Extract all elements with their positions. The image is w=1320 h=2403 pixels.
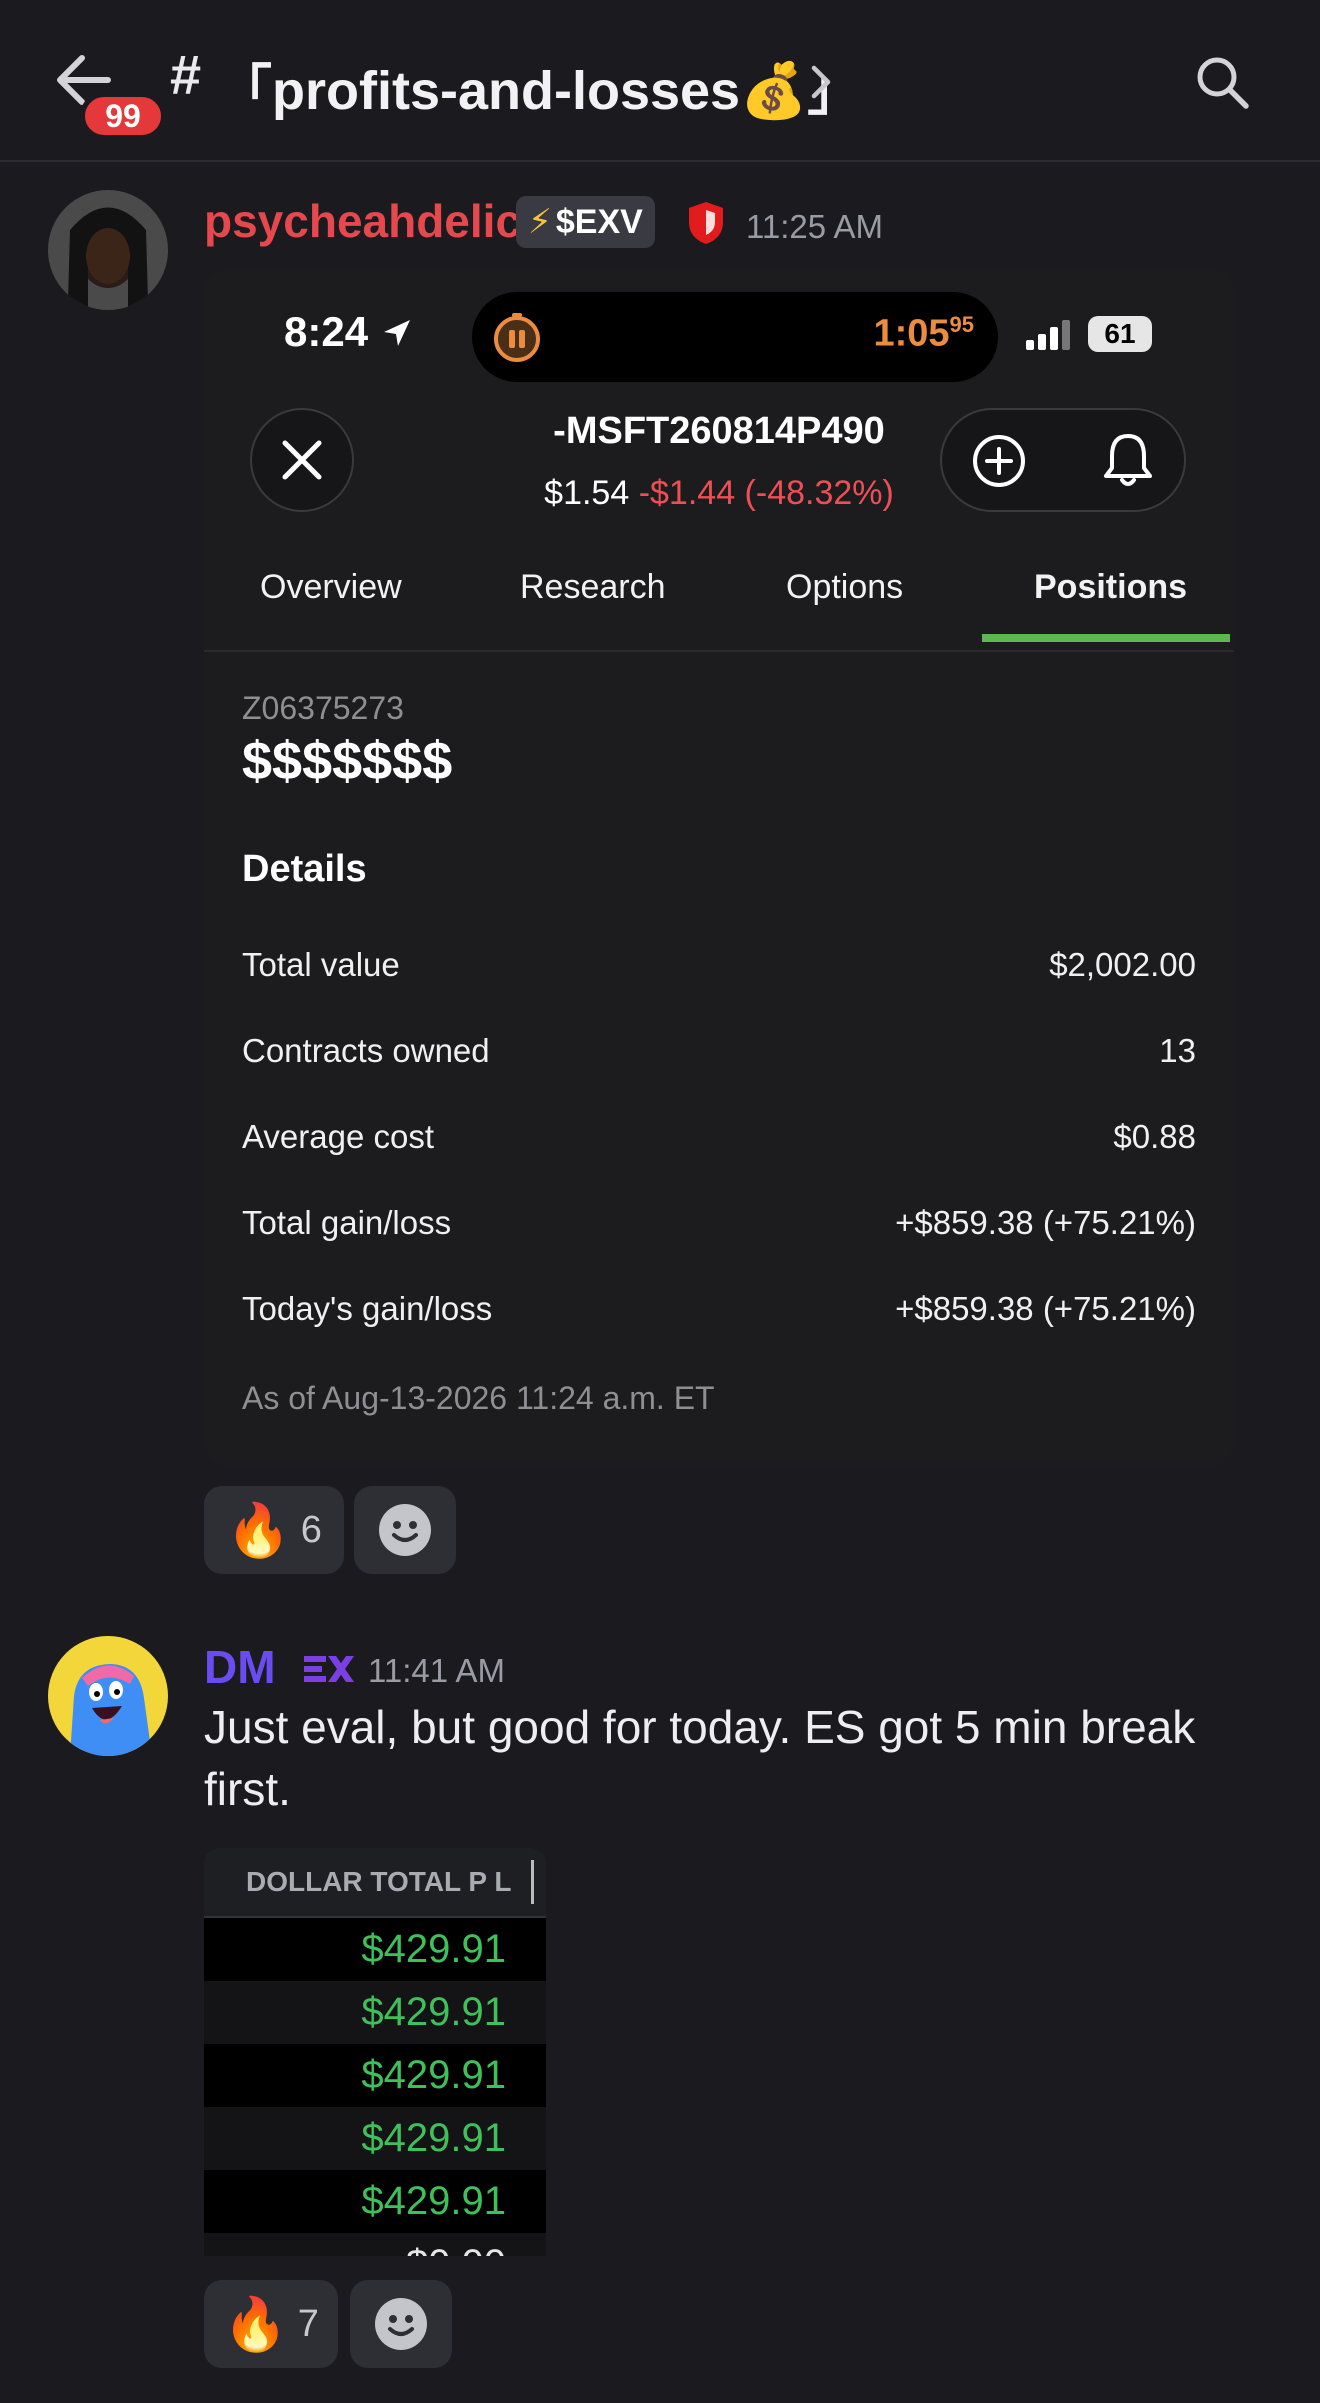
add-reaction-button[interactable] xyxy=(354,1486,456,1574)
fire-icon: 🔥 xyxy=(223,2295,288,2354)
add-circle-icon[interactable] xyxy=(970,432,1028,490)
shield-icon xyxy=(689,202,723,244)
detail-row: Today's gain/loss +$859.38 (+75.21%) xyxy=(242,1284,1196,1334)
pnl-row: $429.91 xyxy=(204,2170,546,2233)
avatar[interactable] xyxy=(48,1636,168,1756)
dynamic-island: 1:0595 xyxy=(472,292,998,382)
message-timestamp: 11:41 AM xyxy=(368,1652,505,1689)
detail-label: Average cost xyxy=(242,1118,435,1155)
detail-row: Average cost $0.88 xyxy=(242,1112,1196,1162)
pnl-row: $429.91 xyxy=(204,1981,546,2044)
detail-value: +$859.38 (+75.21%) xyxy=(895,1290,1196,1327)
pnl-header-label: DOLLAR TOTAL P L xyxy=(246,1866,512,1897)
username[interactable]: psycheahdelic xyxy=(204,194,521,248)
detail-row: Contracts owned 13 xyxy=(242,1026,1196,1076)
tab-options[interactable]: Options xyxy=(786,568,903,607)
detail-row: Total value $2,002.00 xyxy=(242,940,1196,990)
detail-value: $0.88 xyxy=(1113,1118,1196,1155)
signal-icon xyxy=(1026,320,1070,350)
channel-name[interactable]: 「profits-and-losses💰」 xyxy=(218,46,861,125)
pnl-column-header: DOLLAR TOTAL P L xyxy=(204,1848,546,1918)
location-arrow-icon xyxy=(383,320,410,346)
pause-timer-icon xyxy=(494,313,540,362)
price-change: -$1.44 (-48.32%) xyxy=(638,474,894,512)
battery-indicator: 61 xyxy=(1088,316,1152,352)
reaction-fire[interactable]: 🔥 6 xyxy=(204,1486,344,1574)
account-id: Z06375273 xyxy=(242,690,404,726)
add-reaction-button[interactable] xyxy=(350,2280,452,2368)
active-tab-indicator xyxy=(982,634,1230,642)
divider xyxy=(204,650,1234,652)
tab-research[interactable]: Research xyxy=(520,568,666,607)
pnl-row: $429.91 xyxy=(204,1918,546,1981)
pnl-row: $429.91 xyxy=(204,2044,546,2107)
detail-label: Today's gain/loss xyxy=(242,1290,493,1327)
lightning-icon: ⚡ xyxy=(528,203,552,241)
pnl-row: $0.00 xyxy=(204,2233,546,2256)
role-tag-label: $EXV xyxy=(555,202,643,241)
reaction-count: 6 xyxy=(300,1508,322,1551)
detail-value: $2,002.00 xyxy=(1049,946,1196,983)
message-timestamp: 11:25 AM xyxy=(746,208,883,245)
position-screenshot[interactable]: 8:24 1:0595 61 -MSFT260814P490 $1.54 -$1… xyxy=(204,268,1234,1466)
price-value: $1.54 xyxy=(544,474,630,512)
chevron-right-icon[interactable] xyxy=(808,62,836,102)
tab-positions[interactable]: Positions xyxy=(1034,568,1187,607)
tab-overview[interactable]: Overview xyxy=(260,568,402,607)
search-icon[interactable] xyxy=(1192,52,1252,112)
fire-icon: 🔥 xyxy=(226,1501,291,1560)
smiley-icon xyxy=(375,2298,427,2350)
detail-label: Total value xyxy=(242,946,400,983)
as-of-timestamp: As of Aug-13-2026 11:24 a.m. ET xyxy=(242,1380,715,1416)
column-resize-handle xyxy=(531,1860,535,1904)
reaction-fire[interactable]: 🔥 7 xyxy=(204,2280,338,2368)
reaction-count: 7 xyxy=(297,2302,319,2345)
role-tag[interactable]: ⚡ $EXV xyxy=(516,196,655,248)
status-bar-time: 8:24 xyxy=(284,308,414,356)
detail-label: Total gain/loss xyxy=(242,1204,452,1241)
pnl-image[interactable]: DOLLAR TOTAL P L $429.91 $429.91 $429.91… xyxy=(204,1848,546,2256)
channel-header: 99 # 「profits-and-losses💰」 xyxy=(0,0,1320,162)
action-pill xyxy=(940,408,1186,512)
timer-readout: 1:0595 xyxy=(873,312,974,355)
username[interactable]: DM xyxy=(204,1640,276,1694)
detail-label: Contracts owned xyxy=(242,1032,490,1069)
bell-icon[interactable] xyxy=(1100,430,1156,490)
detail-value: +$859.38 (+75.21%) xyxy=(895,1204,1196,1241)
avatar[interactable] xyxy=(48,190,168,310)
details-heading: Details xyxy=(242,848,367,890)
smiley-icon xyxy=(379,1504,431,1556)
detail-row: Total gain/loss +$859.38 (+75.21%) xyxy=(242,1198,1196,1248)
detail-value: 13 xyxy=(1159,1032,1196,1069)
user-avatar-image xyxy=(48,1636,168,1756)
pnl-row: $429.91 xyxy=(204,2107,546,2170)
message-text: Just eval, but good for today. ES got 5 … xyxy=(204,1701,1196,1815)
user-avatar-image xyxy=(48,190,168,310)
unread-badge: 99 xyxy=(80,92,166,140)
channel-hash-icon: # xyxy=(170,43,202,106)
ex-badge-icon xyxy=(304,1656,354,1682)
account-name: $$$$$$$ xyxy=(242,731,453,791)
